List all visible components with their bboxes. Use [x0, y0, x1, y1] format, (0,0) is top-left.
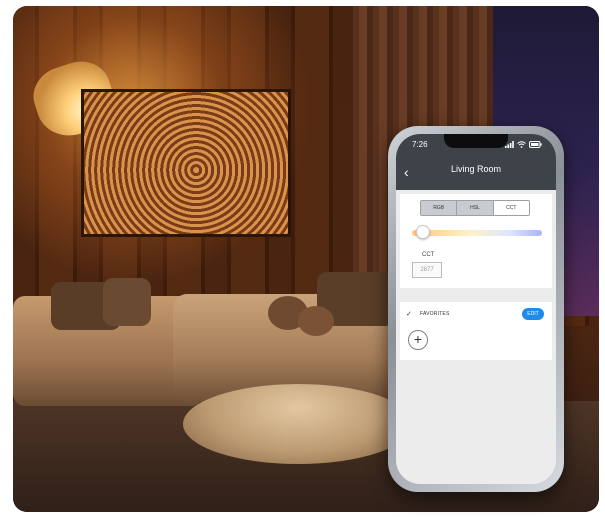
tab-hsl[interactable]: HSL [457, 201, 494, 215]
cct-slider-handle[interactable] [416, 225, 430, 239]
phone-screen: 7:26 ‹ Living Room RGB HSL CCT CCT 2877 … [396, 134, 556, 484]
add-favorite-button[interactable]: + [408, 330, 428, 350]
phone-notch [444, 134, 508, 148]
coffee-table [183, 384, 413, 464]
tab-cct[interactable]: CCT [493, 201, 529, 215]
pillow [298, 306, 334, 336]
favorites-label: FAVORITES [420, 311, 450, 317]
check-icon: ✓ [406, 311, 412, 318]
status-time: 7:26 [412, 140, 428, 149]
cct-slider-track[interactable] [412, 230, 542, 236]
wall-art [81, 89, 291, 237]
cct-label: CCT [422, 252, 435, 258]
mode-segmented-control: RGB HSL CCT [420, 200, 530, 216]
color-control-panel: RGB HSL CCT CCT 2877 [400, 194, 552, 288]
battery-icon [529, 141, 542, 148]
status-icons [505, 141, 542, 148]
wifi-icon [517, 141, 526, 148]
cct-input[interactable]: 2877 [412, 262, 442, 278]
phone-mockup: 7:26 ‹ Living Room RGB HSL CCT CCT 2877 … [388, 126, 564, 492]
edit-button[interactable]: EDIT [522, 308, 544, 320]
pillow [103, 278, 151, 326]
tab-rgb[interactable]: RGB [421, 201, 458, 215]
favorites-panel: ✓ FAVORITES EDIT + [400, 302, 552, 360]
page-title: Living Room [450, 164, 502, 174]
